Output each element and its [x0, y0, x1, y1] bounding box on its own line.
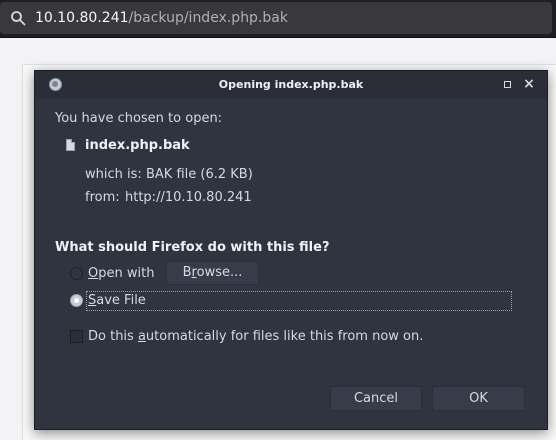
dialog-titlebar[interactable]: Opening index.php.bak ×: [35, 71, 547, 99]
file-type-value: BAK file (6.2 KB): [146, 167, 253, 182]
question-heading: What should Firefox do with this file?: [55, 240, 330, 255]
cancel-button[interactable]: Cancel: [330, 386, 422, 411]
intro-text: You have chosen to open:: [55, 111, 223, 126]
url-bar[interactable]: 10.10.80.241/backup/index.php.bak: [0, 2, 552, 34]
which-is-label: which is:: [85, 167, 142, 182]
from-label: from:: [85, 190, 120, 205]
url-host: 10.10.80.241: [35, 10, 129, 26]
file-name: index.php.bak: [85, 138, 190, 153]
url-path: /backup/index.php.bak: [128, 10, 288, 26]
open-with-radio[interactable]: [70, 267, 83, 280]
url-text[interactable]: 10.10.80.241/backup/index.php.bak: [35, 9, 288, 27]
search-icon: [11, 11, 26, 26]
save-file-focus-ring: [86, 291, 512, 311]
download-dialog: Opening index.php.bak × You have chosen …: [34, 70, 548, 430]
browser-toolbar: 10.10.80.241/backup/index.php.bak: [0, 0, 556, 38]
save-file-label[interactable]: Save File: [88, 293, 146, 309]
save-file-radio[interactable]: [70, 294, 83, 307]
file-icon: [66, 139, 75, 151]
ok-button[interactable]: OK: [432, 386, 525, 411]
auto-checkbox[interactable]: [70, 330, 83, 343]
close-button[interactable]: ×: [522, 76, 536, 92]
browse-button[interactable]: Browse...: [166, 261, 259, 285]
maximize-button[interactable]: [504, 81, 511, 88]
auto-checkbox-label[interactable]: Do this automatically for files like thi…: [88, 329, 423, 345]
open-with-label[interactable]: Open with: [88, 266, 154, 282]
source-url: http://10.10.80.241: [125, 190, 252, 205]
dialog-title: Opening index.php.bak: [218, 78, 364, 91]
